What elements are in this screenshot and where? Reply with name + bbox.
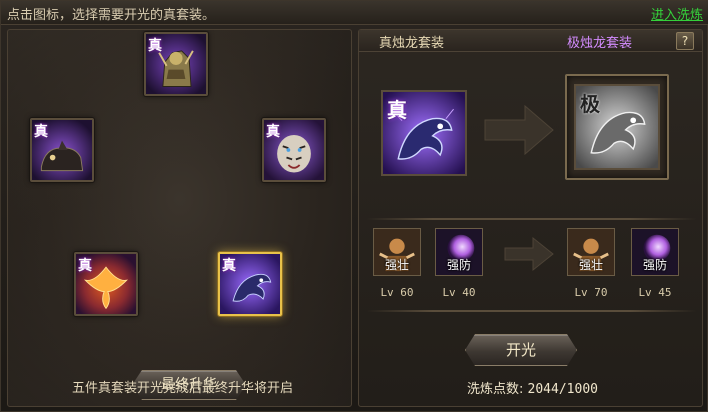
attr-level: Lv 70: [574, 286, 608, 299]
refine-points: 洗炼点数: 2044/1000: [467, 378, 598, 397]
upgrade-arrow-icon: [484, 104, 554, 156]
refine-points-label: 洗炼点数:: [467, 382, 524, 397]
slot-tag: 真: [148, 38, 162, 54]
icon-tag: 极: [580, 92, 600, 116]
section-divider: [367, 310, 696, 312]
slot-tag: 真: [78, 258, 92, 274]
suit-slot-fire-phoenix[interactable]: 真: [74, 252, 138, 316]
top-bar: 点击图标，选择需要开光的真套装。 进入洗炼: [1, 1, 708, 25]
suit-enlightenment-window: 点击图标，选择需要开光的真套装。 进入洗炼 真 真 真 真 真 最终升华 五件真…: [0, 0, 708, 412]
section-divider: [367, 218, 696, 220]
attr-level: Lv 60: [380, 286, 414, 299]
help-button[interactable]: ?: [676, 32, 694, 50]
suit-slot-white-tiger[interactable]: 真: [262, 118, 326, 182]
next-suit-title: 极烛龙套装: [567, 36, 633, 51]
enlighten-button[interactable]: 开光: [465, 334, 577, 366]
suit-slot-mechanical-guardian[interactable]: 真: [144, 32, 208, 96]
instruction-text: 点击图标，选择需要开光的真套装。: [7, 8, 216, 23]
attr-level: Lv 45: [638, 286, 672, 299]
attr-defense-next: 强防: [631, 228, 679, 276]
slot-tag: 真: [222, 258, 236, 274]
slot-tag: 真: [34, 124, 48, 140]
upgrade-header: 真烛龙套装 极烛龙套装 ?: [359, 30, 702, 52]
slot-tag: 真: [266, 124, 280, 140]
next-suit-icon: 极: [574, 84, 660, 170]
enter-refine-link[interactable]: 进入洗炼: [651, 4, 703, 23]
attr-label: 强壮: [384, 258, 409, 272]
attr-arrow-icon: [504, 236, 554, 272]
attr-strength-next: 强壮: [567, 228, 615, 276]
refine-points-value: 2044/1000: [527, 382, 598, 397]
suit-selection-panel: 真 真 真 真 真 最终升华 五件真套装开光完成后最终升华将开启: [7, 29, 352, 407]
attr-strength-current: 强壮: [373, 228, 421, 276]
upgrade-panel: 真烛龙套装 极烛龙套装 ? 真 极 强壮 Lv 60 强防 Lv 40 强壮 L…: [358, 29, 703, 407]
current-suit-title: 真烛龙套装: [379, 36, 445, 51]
attr-label: 强壮: [578, 258, 603, 272]
current-suit-icon: 真: [381, 90, 467, 176]
final-sublimation-note: 五件真套装开光完成后最终升华将开启: [72, 381, 294, 396]
attr-label: 强防: [446, 258, 471, 272]
suit-slot-shadow-beast[interactable]: 真: [30, 118, 94, 182]
attr-level: Lv 40: [442, 286, 476, 299]
attr-label: 强防: [642, 258, 667, 272]
suit-slot-azure-dragon[interactable]: 真: [218, 252, 282, 316]
icon-tag: 真: [387, 98, 407, 122]
attr-defense-current: 强防: [435, 228, 483, 276]
